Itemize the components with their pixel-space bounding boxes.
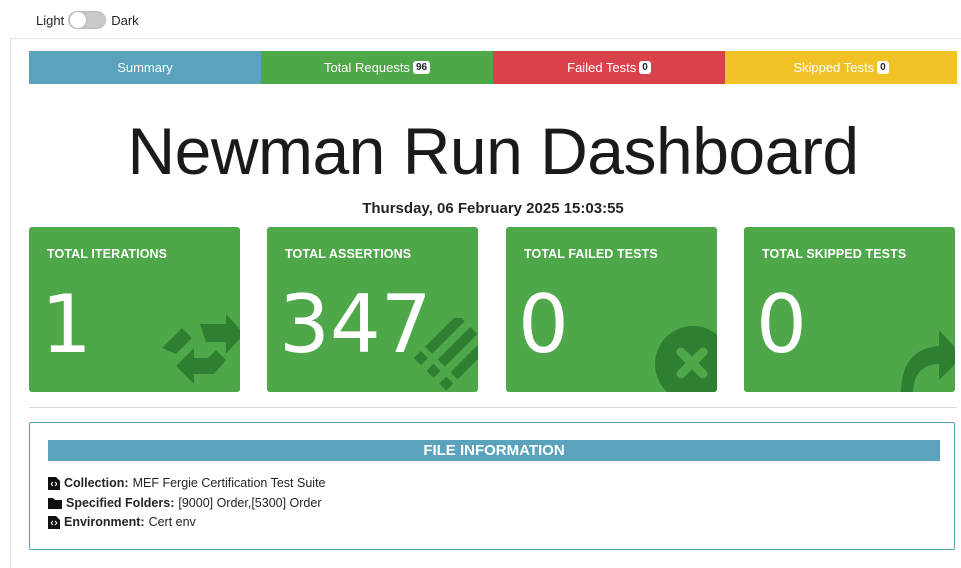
- dashboard-panel: Summary Total Requests 96 Failed Tests 0…: [10, 38, 961, 568]
- card-value: 1: [41, 278, 92, 371]
- card-label: TOTAL ITERATIONS: [47, 247, 168, 261]
- theme-toggle: Light Dark: [36, 11, 139, 29]
- collection-key: Collection:: [64, 476, 129, 490]
- tab-skipped-tests[interactable]: Skipped Tests 0: [725, 51, 957, 84]
- folders-value: [9000] Order,[5300] Order: [178, 495, 322, 510]
- folders-key: Specified Folders:: [66, 495, 175, 510]
- file-information-box: FILE INFORMATION Collection: MEF Fergie …: [29, 422, 955, 550]
- file-info-list: Collection: MEF Fergie Certification Tes…: [48, 474, 326, 533]
- folder-icon: [48, 498, 62, 510]
- environment-line: Environment: Cert env: [48, 513, 326, 533]
- light-label: Light: [36, 12, 65, 28]
- switch-knob: [69, 11, 88, 29]
- file-information-header: FILE INFORMATION: [48, 440, 940, 461]
- tab-summary[interactable]: Summary: [29, 51, 261, 84]
- refresh-icon: [162, 314, 240, 384]
- card-label: TOTAL SKIPPED TESTS: [762, 247, 907, 261]
- card-total-skipped-tests: TOTAL SKIPPED TESTS 0: [744, 227, 955, 392]
- times-circle-icon: [655, 326, 717, 392]
- tab-label: Total Requests: [323, 60, 410, 75]
- page-title: Newman Run Dashboard: [127, 114, 859, 188]
- list-icon: [413, 318, 478, 391]
- tab-label: Skipped Tests: [793, 60, 875, 75]
- collection-value: MEF Fergie Certification Test Suite: [132, 476, 326, 490]
- folders-line: Specified Folders: [9000] Order,[5300] O…: [48, 494, 326, 514]
- tab-label: Failed Tests: [567, 60, 637, 75]
- run-timestamp: Thursday, 06 February 2025 15:03:55: [362, 200, 624, 217]
- environment-key: Environment:: [64, 515, 145, 529]
- environment-value: Cert env: [148, 515, 196, 529]
- card-value: 0: [756, 278, 807, 371]
- card-total-iterations: TOTAL ITERATIONS 1: [29, 227, 240, 392]
- tab-total-requests[interactable]: Total Requests 96: [261, 51, 493, 84]
- card-value: 0: [518, 278, 569, 371]
- file-code-icon: [48, 477, 60, 491]
- card-total-assertions: TOTAL ASSERTIONS 347: [267, 227, 478, 392]
- collection-line: Collection: MEF Fergie Certification Tes…: [48, 474, 326, 494]
- requests-count-badge: 96: [412, 61, 431, 74]
- file-code-icon: [48, 516, 60, 530]
- share-arrow-icon: [901, 330, 955, 392]
- skipped-count-badge: 0: [877, 61, 889, 74]
- tab-bar: Summary Total Requests 96 Failed Tests 0…: [29, 51, 957, 84]
- theme-switch[interactable]: [68, 11, 107, 29]
- section-divider: [29, 407, 957, 408]
- card-label: TOTAL ASSERTIONS: [285, 247, 412, 261]
- card-value: 347: [279, 278, 432, 371]
- dark-label: Dark: [111, 12, 139, 28]
- card-label: TOTAL FAILED TESTS: [524, 247, 658, 261]
- tab-failed-tests[interactable]: Failed Tests 0: [493, 51, 725, 84]
- card-total-failed-tests: TOTAL FAILED TESTS 0: [506, 227, 717, 392]
- failed-count-badge: 0: [639, 61, 651, 74]
- tab-label: Summary: [117, 60, 173, 75]
